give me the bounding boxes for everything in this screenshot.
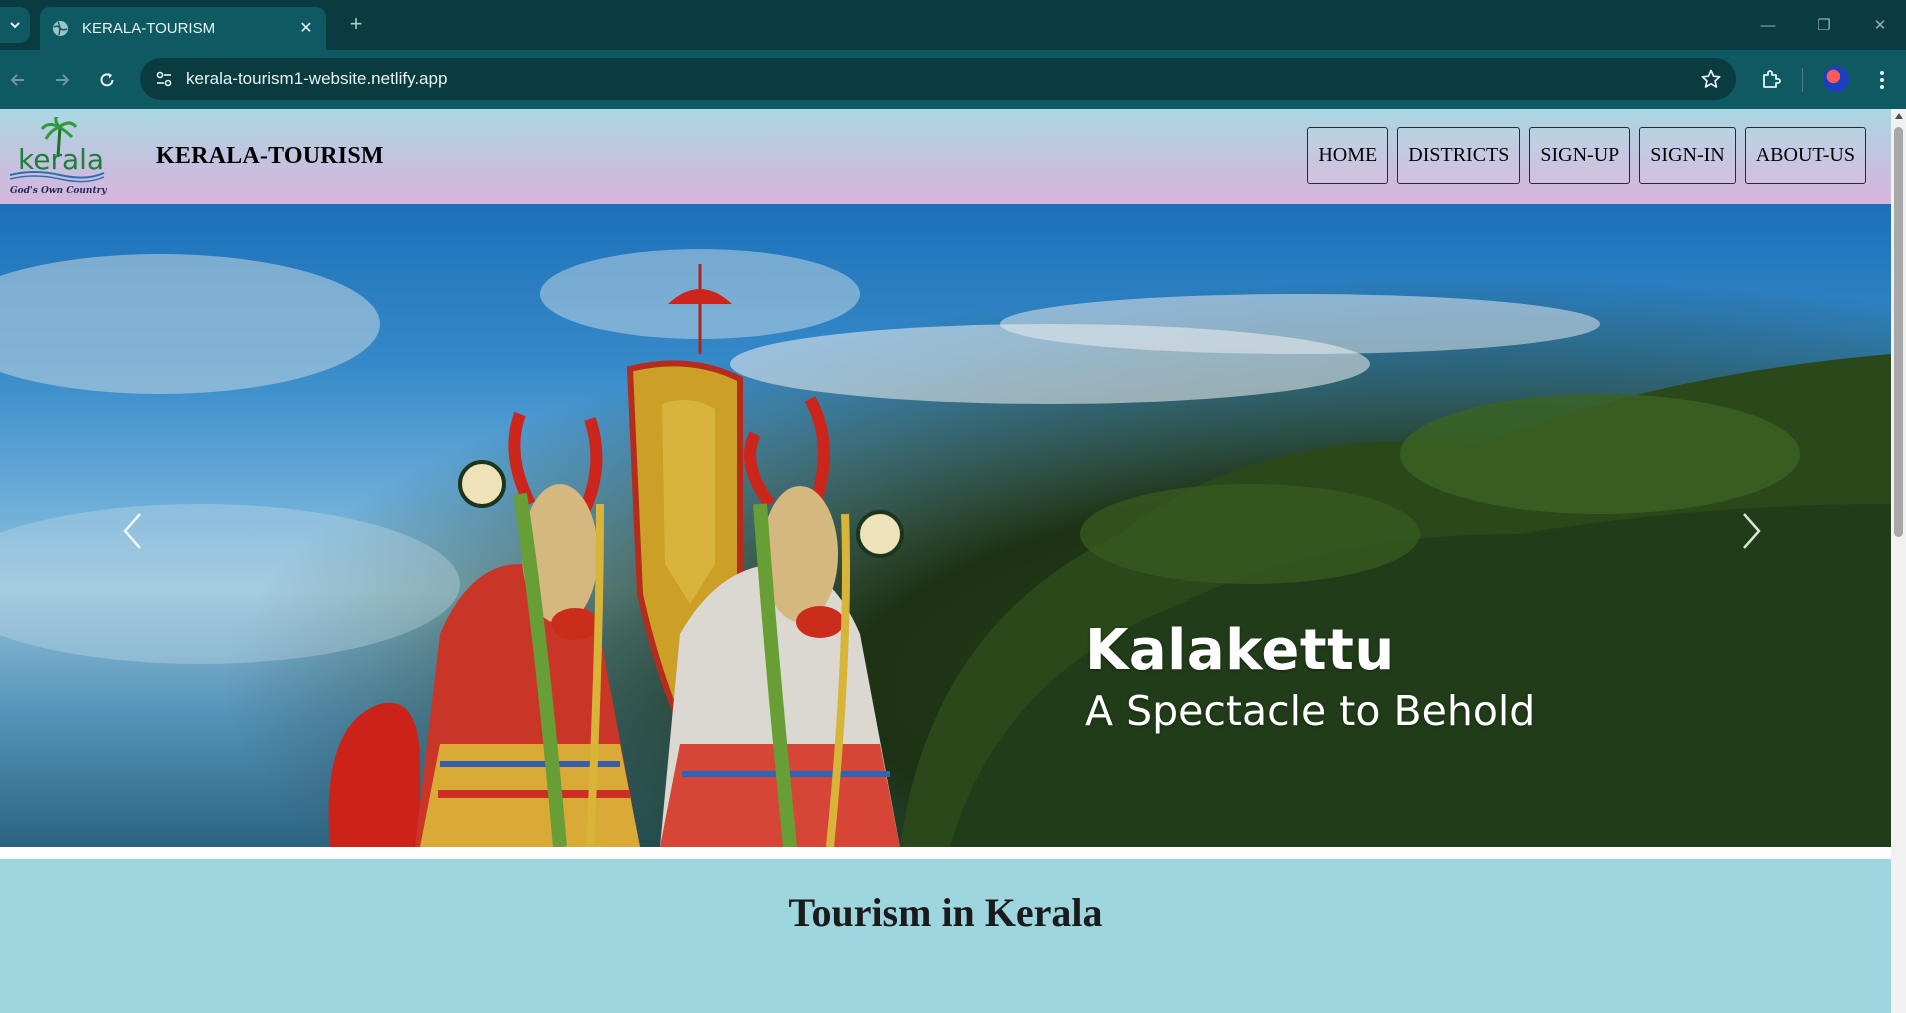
page-viewport: kerala God's Own Country KERALA-TOURISM … [0,109,1906,1013]
nav-about-us[interactable]: ABOUT-US [1744,127,1866,184]
nav-sign-up[interactable]: SIGN-UP [1529,127,1631,184]
site-title: KERALA-TOURISM [156,143,384,169]
section-divider [0,847,1891,859]
window-close-icon[interactable]: ✕ [1860,10,1900,40]
nav-sign-in[interactable]: SIGN-IN [1639,127,1736,184]
hero-caption-title: Kalakettu [1085,618,1395,683]
scrollbar-thumb[interactable] [1894,127,1903,537]
browser-tabstrip: KERALA-TOURISM ✕ + — ❐ ✕ [0,0,1906,50]
hero-caption-subtitle: A Spectacle to Behold [1085,687,1536,735]
section-title: Tourism in Kerala [788,890,1103,935]
nav-districts[interactable]: DISTRICTS [1397,127,1521,184]
extensions-button[interactable] [1755,64,1787,96]
back-button[interactable] [2,64,34,96]
svg-text:kerala: kerala [18,143,104,176]
chevron-left-icon [123,513,141,549]
new-tab-button[interactable]: + [344,13,368,37]
kerala-logo[interactable]: kerala God's Own Country [4,113,108,199]
tab-search-button[interactable] [0,7,30,43]
browser-menu-button[interactable] [1866,64,1898,96]
address-bar[interactable]: kerala-tourism1-website.netlify.app [140,58,1736,100]
forward-button[interactable] [46,64,78,96]
restore-icon[interactable]: ❐ [1804,10,1844,40]
hero-image [0,204,1891,847]
reload-icon [100,73,114,87]
carousel-next-button[interactable] [1732,506,1772,556]
close-tab-icon[interactable]: ✕ [296,18,316,38]
carousel-prev-button[interactable] [112,506,152,556]
chevron-right-icon [1743,513,1761,549]
tab-title: KERALA-TOURISM [82,20,216,37]
scroll-up-icon[interactable] [1895,113,1903,119]
puzzle-icon [1763,70,1781,88]
main-nav: HOME DISTRICTS SIGN-UP SIGN-IN ABOUT-US [1307,127,1866,184]
chevron-down-icon [10,22,20,29]
globe-icon [52,20,69,37]
profile-avatar[interactable] [1823,66,1849,92]
reload-button[interactable] [91,64,123,96]
svg-text:God's Own Country: God's Own Country [10,186,107,196]
browser-tab[interactable]: KERALA-TOURISM ✕ [40,7,326,50]
minimize-icon[interactable]: — [1748,10,1788,40]
hero-caption: Kalakettu A Spectacle to Behold [1085,619,1535,739]
toolbar-divider [1802,68,1803,92]
arrow-left-icon [10,74,24,86]
kebab-menu-icon [1880,71,1884,89]
nav-home[interactable]: HOME [1307,127,1389,184]
site-settings-icon[interactable] [150,65,178,93]
url-text[interactable]: kerala-tourism1-website.netlify.app [186,69,447,89]
arrow-right-icon [56,74,70,86]
page-scrollbar[interactable] [1891,109,1906,1013]
site-header: kerala God's Own Country KERALA-TOURISM … [0,109,1891,204]
browser-toolbar: kerala-tourism1-website.netlify.app [0,50,1906,109]
bookmark-star-icon[interactable] [1700,68,1722,90]
hero-carousel: Kalakettu A Spectacle to Behold [0,204,1891,847]
